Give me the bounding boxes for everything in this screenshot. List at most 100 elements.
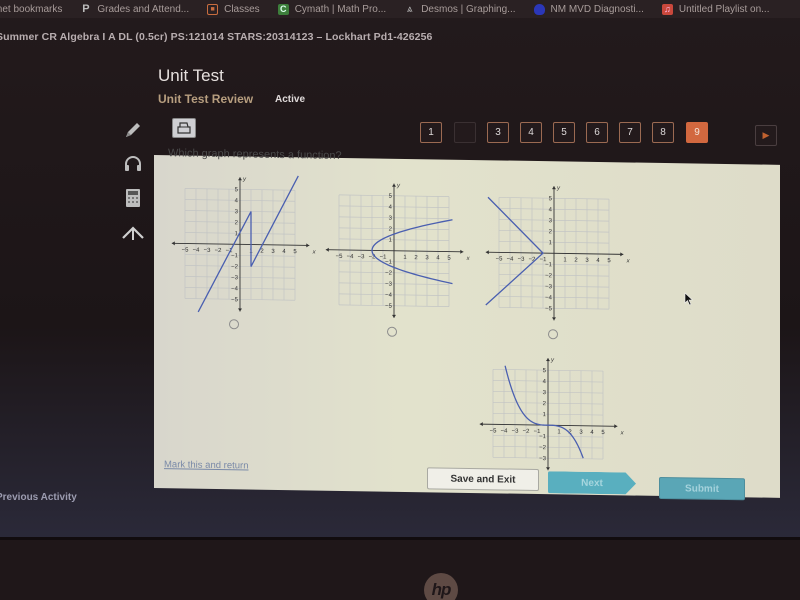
page-3-button[interactable]: 3 bbox=[487, 122, 509, 143]
x-tick-label: −3 bbox=[518, 257, 526, 263]
page-title: Unit Test bbox=[158, 66, 224, 85]
save-and-exit-button[interactable]: Save and Exit bbox=[427, 467, 539, 492]
bookmarks-bar: .net bookmarks P Grades and Attend... ■ … bbox=[0, 0, 800, 18]
x-tick-label: 2 bbox=[574, 258, 578, 264]
y-tick-label: −1 bbox=[539, 434, 547, 440]
bookmark-desmos[interactable]: ⩓ Desmos | Graphing... bbox=[404, 3, 516, 15]
y-axis-label: y bbox=[396, 183, 401, 189]
page-2-button[interactable] bbox=[454, 122, 476, 143]
y-axis-label: y bbox=[550, 357, 555, 363]
x-tick-label: −4 bbox=[501, 428, 509, 434]
bookmark-label: Untitled Playlist on... bbox=[678, 3, 770, 15]
y-tick-label: 1 bbox=[549, 240, 553, 246]
radio-option-c[interactable] bbox=[548, 329, 558, 340]
mark-and-return-link[interactable]: Mark this and return bbox=[164, 459, 248, 471]
pencil-tool[interactable] bbox=[120, 117, 146, 143]
bookmark-playlist[interactable]: ♫ Untitled Playlist on... bbox=[661, 3, 770, 15]
graph-option-d: −5 −4 −3 −2 −1 1 2 3 4 512345−1−2−3xy bbox=[479, 357, 625, 471]
radio-option-a[interactable] bbox=[229, 319, 239, 330]
radio-option-b[interactable] bbox=[387, 326, 397, 337]
x-axis bbox=[485, 251, 624, 255]
bookmark-label: NM MVD Diagnosti... bbox=[550, 3, 644, 15]
reference-icon bbox=[122, 226, 144, 240]
y-tick-label: −1 bbox=[231, 253, 239, 259]
bookmark-classes[interactable]: ■ Classes bbox=[207, 3, 260, 15]
page-9-button[interactable]: 9 bbox=[686, 122, 708, 143]
x-tick-label: −3 bbox=[358, 254, 366, 260]
reference-tool[interactable] bbox=[120, 219, 146, 245]
y-tick-label: 5 bbox=[235, 187, 239, 193]
y-tick-label: 5 bbox=[543, 368, 547, 374]
y-tick-label: 3 bbox=[389, 216, 393, 222]
bookmark-cymath[interactable]: C Cymath | Math Pro... bbox=[277, 3, 387, 15]
x-tick-label: −4 bbox=[193, 248, 201, 254]
previous-activity-link[interactable]: Previous Activity bbox=[0, 492, 77, 503]
next-button[interactable]: Next bbox=[548, 471, 636, 494]
x-tick-label: −5 bbox=[490, 428, 498, 434]
page-6-button[interactable]: 6 bbox=[586, 122, 608, 143]
x-tick-label: 4 bbox=[590, 430, 594, 436]
laptop-bezel bbox=[0, 537, 800, 600]
y-tick-label: −1 bbox=[545, 262, 553, 268]
x-tick-label: 1 bbox=[563, 257, 567, 263]
y-axis-label: y bbox=[556, 186, 561, 192]
print-button[interactable] bbox=[172, 118, 196, 138]
page-1-button[interactable]: 1 bbox=[420, 122, 442, 143]
bookmark-label: Grades and Attend... bbox=[97, 3, 190, 15]
bookmark-net[interactable]: .net bookmarks bbox=[0, 4, 62, 15]
bookmark-nm-mvd[interactable]: NM MVD Diagnosti... bbox=[533, 3, 644, 15]
y-tick-label: 2 bbox=[549, 229, 553, 235]
submit-button[interactable]: Submit bbox=[659, 476, 745, 501]
next-page-button[interactable]: ▶ bbox=[755, 125, 777, 146]
bookmark-label: .net bookmarks bbox=[0, 3, 63, 15]
page-4-button[interactable]: 4 bbox=[520, 122, 542, 143]
x-axis-label: x bbox=[466, 256, 471, 262]
y-tick-label: −2 bbox=[385, 271, 393, 277]
y-tick-label: 4 bbox=[543, 379, 547, 385]
bookmark-label: Classes bbox=[224, 3, 260, 15]
x-tick-label: 5 bbox=[293, 249, 297, 255]
y-tick-label: 5 bbox=[549, 196, 553, 202]
x-tick-label: −3 bbox=[512, 429, 520, 435]
bookmark-label: Cymath | Math Pro... bbox=[294, 3, 387, 15]
mouse-cursor-icon bbox=[684, 292, 694, 306]
x-axis bbox=[325, 249, 464, 253]
y-tick-label: −3 bbox=[545, 284, 553, 290]
y-tick-label: −5 bbox=[545, 306, 553, 312]
status-badge: Active bbox=[275, 94, 306, 105]
screen: .net bookmarks P Grades and Attend... ■ … bbox=[0, 0, 800, 545]
y-tick-label: 4 bbox=[235, 198, 239, 204]
y-tick-label: 4 bbox=[389, 205, 393, 211]
x-tick-label: −2 bbox=[523, 429, 531, 435]
page-8-button[interactable]: 8 bbox=[652, 122, 674, 143]
y-tick-label: −2 bbox=[231, 264, 239, 270]
y-tick-label: −2 bbox=[545, 273, 553, 279]
page-7-button[interactable]: 7 bbox=[619, 122, 641, 143]
headphones-icon bbox=[125, 156, 141, 171]
bookmark-grades[interactable]: P Grades and Attend... bbox=[80, 3, 190, 15]
page-5-button[interactable]: 5 bbox=[553, 122, 575, 143]
x-tick-label: 3 bbox=[579, 430, 583, 436]
cymath-icon: C bbox=[277, 3, 289, 15]
y-tick-label: 2 bbox=[543, 401, 547, 407]
x-tick-label: −4 bbox=[507, 257, 515, 263]
x-tick-label: −5 bbox=[336, 254, 344, 260]
y-tick-label: −4 bbox=[545, 295, 553, 301]
headphones-tool[interactable] bbox=[120, 151, 146, 177]
x-tick-label: 3 bbox=[425, 255, 429, 261]
x-tick-label: 3 bbox=[271, 249, 275, 255]
question-panel: Which graph represents a function? −5 −4−… bbox=[154, 147, 780, 501]
y-tick-label: −5 bbox=[231, 297, 239, 303]
x-axis-label: x bbox=[626, 258, 631, 264]
x-tick-label: −5 bbox=[182, 247, 190, 253]
y-tick-label: 5 bbox=[389, 194, 393, 200]
y-tick-label: 3 bbox=[235, 209, 239, 215]
y-tick-label: −4 bbox=[231, 286, 239, 292]
y-tick-label: 3 bbox=[543, 390, 547, 396]
y-tick-label: 3 bbox=[549, 218, 553, 224]
printer-icon bbox=[177, 122, 191, 134]
desmos-icon: ⩓ bbox=[406, 3, 413, 15]
x-tick-label: 2 bbox=[260, 249, 264, 255]
calculator-tool[interactable] bbox=[120, 185, 146, 211]
x-tick-label: 3 bbox=[585, 258, 589, 264]
